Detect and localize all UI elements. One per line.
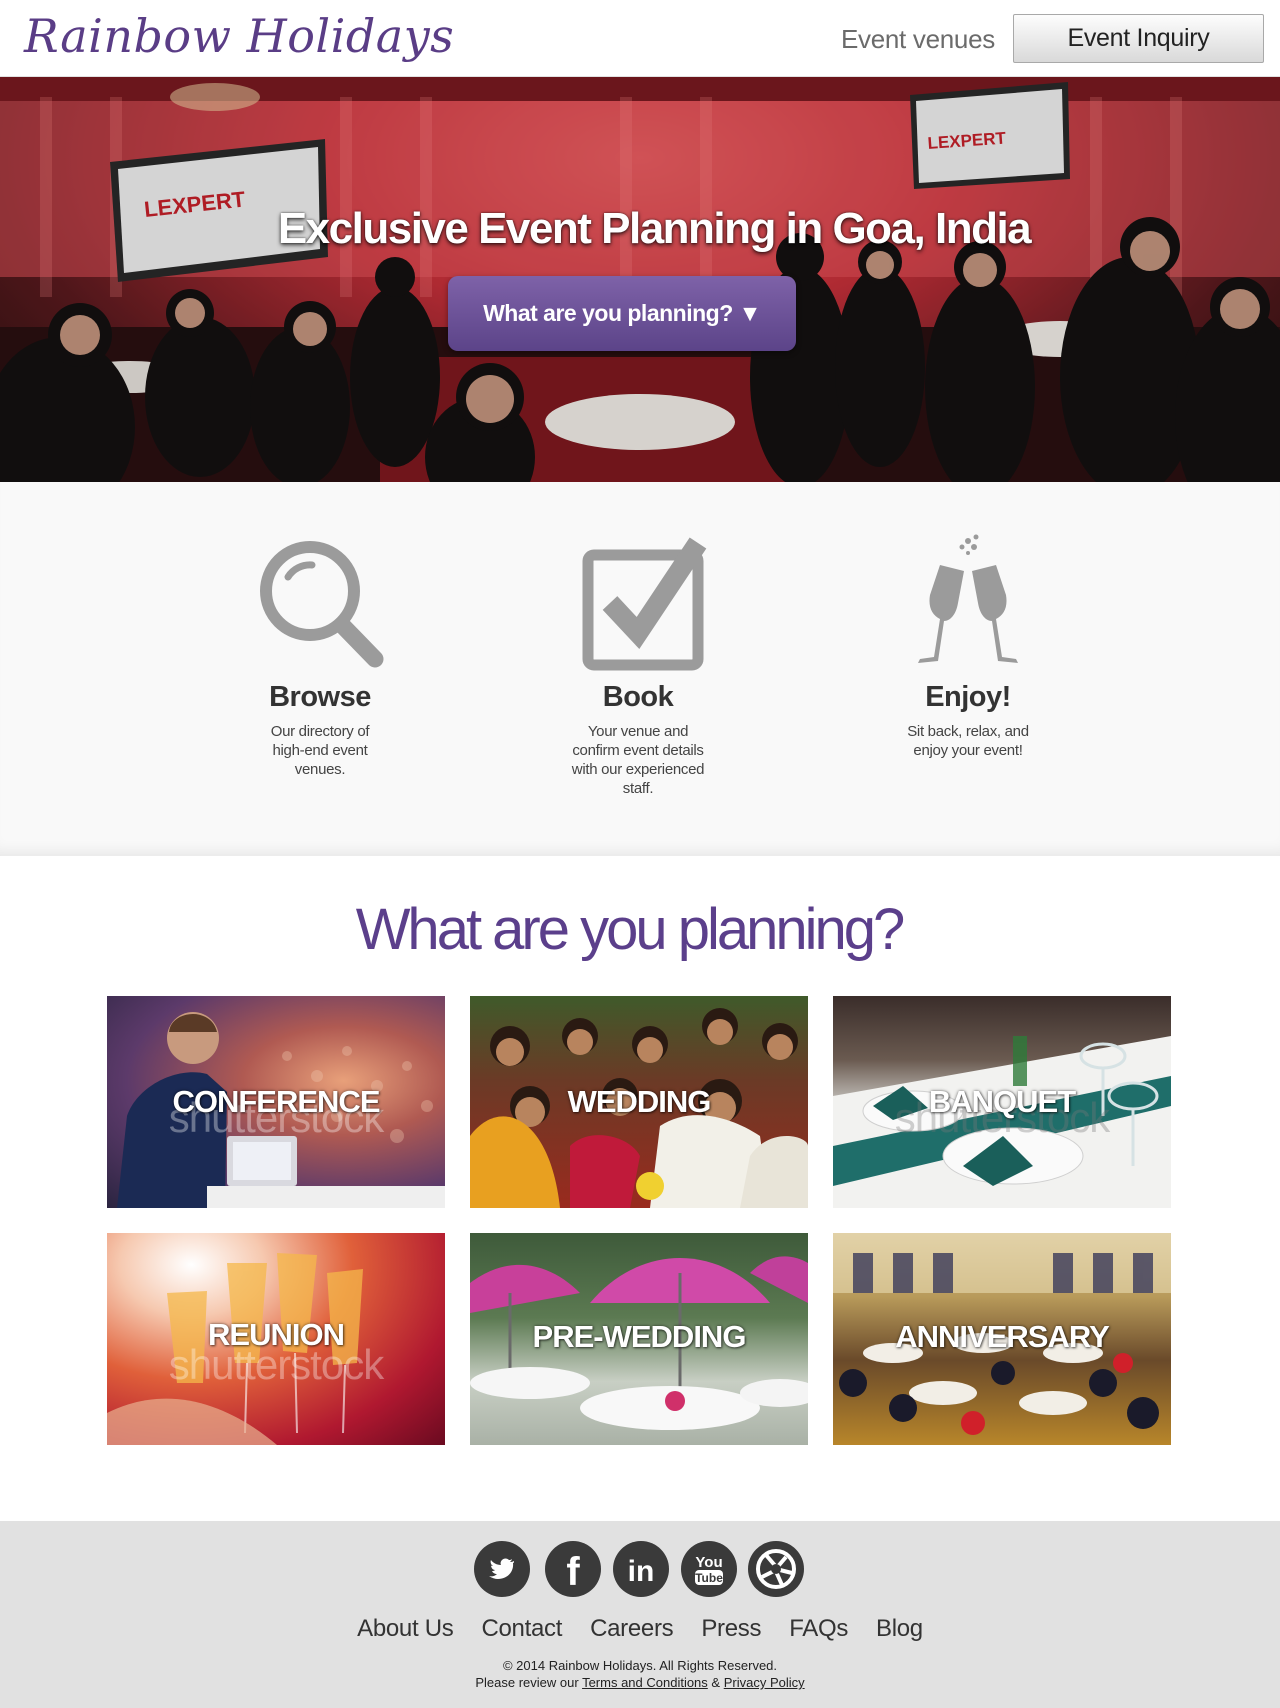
- footer-link-faqs[interactable]: FAQs: [789, 1615, 848, 1643]
- copyright-block: © 2014 Rainbow Holidays. All Rights Rese…: [0, 1657, 1280, 1691]
- champagne-icon: [918, 534, 1018, 663]
- svg-text:f: f: [566, 1550, 580, 1594]
- event-inquiry-button[interactable]: Event Inquiry: [1013, 14, 1264, 63]
- footer-links: About Us Contact Careers Press FAQs Blog: [0, 1615, 1280, 1643]
- facebook-icon[interactable]: f: [545, 1541, 601, 1597]
- tile-label: BANQUET: [928, 1084, 1076, 1119]
- tile-label: CONFERENCE: [172, 1084, 380, 1119]
- tile-banquet[interactable]: shutterstock BANQUET: [833, 996, 1171, 1208]
- linkedin-icon[interactable]: in: [613, 1541, 669, 1597]
- step-title: Browse: [269, 681, 371, 713]
- footer-link-careers[interactable]: Careers: [590, 1615, 674, 1643]
- review-prefix: Please review our: [475, 1675, 579, 1690]
- tile-label: WEDDING: [567, 1084, 712, 1119]
- twitter-icon[interactable]: [474, 1541, 530, 1597]
- svg-text:You: You: [695, 1554, 722, 1571]
- magnifier-icon: [260, 541, 384, 668]
- step-description: Your venue and confirm event details wit…: [571, 723, 705, 797]
- how-it-works-section: Browse Our directory of high-end event v…: [0, 482, 1280, 856]
- terms-link[interactable]: Terms and Conditions: [582, 1675, 708, 1690]
- ampersand: &: [711, 1675, 721, 1690]
- step-title: Enjoy!: [925, 681, 1011, 713]
- tile-reunion[interactable]: shutterstock REUNION: [107, 1233, 445, 1445]
- hero-banner: LEXPERT LEXPERT Exclusive Event Planning…: [0, 77, 1280, 482]
- footer-link-contact[interactable]: Contact: [481, 1615, 562, 1643]
- svg-text:in: in: [628, 1555, 655, 1588]
- legal-notice: Please review our Terms and Conditions &…: [0, 1674, 1280, 1691]
- planning-section-title: What are you planning?: [355, 897, 906, 962]
- step-book: Book Your venue and confirm event detail…: [528, 533, 748, 798]
- what-are-you-planning-button[interactable]: What are you planning? ▼: [448, 276, 796, 351]
- youtube-icon[interactable]: You Tube: [681, 1541, 737, 1597]
- site-header: Rainbow Holidays Event venues Event Inqu…: [0, 0, 1280, 77]
- step-description: Sit back, relax, and enjoy your event!: [907, 723, 1029, 759]
- nav-event-venues[interactable]: Event venues: [841, 24, 995, 55]
- site-footer: f in You Tube About Us Contact Careers P…: [0, 1521, 1280, 1708]
- step-enjoy: Enjoy! Sit back, relax, and enjoy your e…: [858, 533, 1078, 760]
- tile-pre-wedding[interactable]: PRE-WEDDING: [470, 1233, 808, 1445]
- tile-label: PRE-WEDDING: [532, 1319, 747, 1354]
- tile-wedding[interactable]: WEDDING: [470, 996, 808, 1208]
- footer-link-blog[interactable]: Blog: [876, 1615, 923, 1643]
- tile-anniversary[interactable]: ANNIVERSARY: [833, 1233, 1171, 1445]
- footer-link-about-us[interactable]: About Us: [357, 1615, 454, 1643]
- footer-link-press[interactable]: Press: [701, 1615, 761, 1643]
- picasa-icon[interactable]: [748, 1541, 804, 1597]
- copyright-text: © 2014 Rainbow Holidays. All Rights Rese…: [502, 1658, 778, 1673]
- step-browse: Browse Our directory of high-end event v…: [210, 533, 430, 779]
- tile-label: ANNIVERSARY: [895, 1319, 1110, 1354]
- tile-conference[interactable]: shutterstock CONFERENCE: [107, 996, 445, 1208]
- tile-label: REUNION: [208, 1317, 345, 1352]
- hero-title: Exclusive Event Planning in Goa, India: [277, 204, 1032, 253]
- step-title: Book: [602, 681, 674, 713]
- step-description: Our directory of high-end event venues.: [270, 723, 370, 778]
- privacy-link[interactable]: Privacy Policy: [724, 1675, 805, 1690]
- checkbox-icon: [582, 537, 707, 671]
- site-logo[interactable]: Rainbow Holidays: [24, 4, 454, 68]
- svg-text:Tube: Tube: [695, 1571, 723, 1585]
